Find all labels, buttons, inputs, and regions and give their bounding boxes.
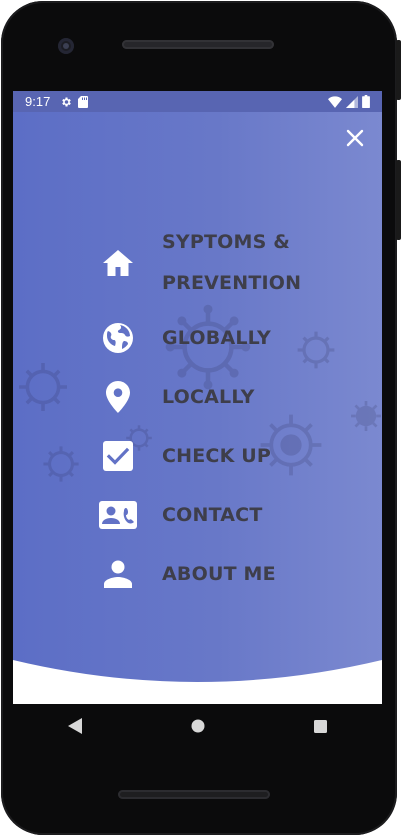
nav-home-button[interactable]	[174, 706, 222, 746]
menu-label-check-up: CHECK UP	[162, 444, 272, 467]
navigation-drawer: SYPTOMS & PREVENTION GLOBALLY LOCALLY CH…	[13, 112, 382, 704]
drawer-menu: SYPTOMS & PREVENTION GLOBALLY LOCALLY CH…	[13, 112, 382, 704]
menu-item-symptoms-prevention[interactable]: SYPTOMS & PREVENTION	[95, 222, 301, 304]
wifi-icon	[328, 95, 342, 108]
menu-item-contact[interactable]: CONTACT	[95, 492, 263, 538]
battery-icon	[362, 95, 370, 108]
screen: 9:17 SYPTOMS & PREVENTION GLOBALLY LOCAL…	[13, 91, 382, 704]
nav-back-button[interactable]	[51, 706, 99, 746]
earpiece-speaker	[122, 40, 274, 49]
location-pin-icon	[106, 381, 130, 413]
status-bar: 9:17	[13, 91, 382, 112]
volume-button	[396, 160, 401, 240]
power-button	[396, 40, 401, 100]
status-time: 9:17	[25, 94, 51, 109]
home-icon	[103, 250, 133, 276]
menu-item-globally[interactable]: GLOBALLY	[95, 315, 271, 361]
menu-label-contact: CONTACT	[162, 503, 263, 526]
settings-icon	[62, 97, 72, 106]
bottom-wave-shape	[13, 660, 382, 704]
checkbox-icon	[103, 441, 133, 471]
menu-item-check-up[interactable]: CHECK UP	[95, 433, 271, 479]
menu-label-symptoms-line1: SYPTOMS &	[162, 231, 291, 253]
system-navigation-bar	[13, 704, 382, 748]
person-icon	[104, 560, 132, 588]
back-icon	[67, 718, 82, 734]
globe-icon	[103, 323, 133, 353]
phone-frame: 9:17 SYPTOMS & PREVENTION GLOBALLY LOCAL…	[0, 0, 401, 839]
front-camera	[58, 38, 74, 54]
menu-item-locally[interactable]: LOCALLY	[95, 374, 255, 420]
menu-label-locally: LOCALLY	[162, 385, 255, 408]
cellular-signal-icon	[346, 95, 358, 108]
recents-square-icon	[314, 719, 327, 733]
menu-label-globally: GLOBALLY	[162, 326, 271, 349]
nav-recents-button[interactable]	[297, 706, 345, 746]
bottom-speaker	[118, 790, 270, 799]
contact-card-icon	[99, 501, 137, 529]
home-circle-icon	[191, 719, 204, 733]
menu-item-about-me[interactable]: ABOUT ME	[95, 551, 276, 597]
sd-card-icon	[78, 95, 89, 108]
menu-label-about-me: ABOUT ME	[162, 562, 276, 585]
menu-label-symptoms-line2: PREVENTION	[162, 272, 302, 294]
